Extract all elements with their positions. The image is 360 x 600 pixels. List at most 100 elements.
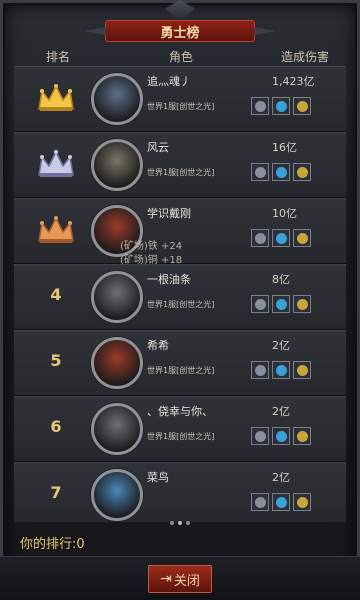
resource-gain-copper: (矿场)铜 +18: [120, 255, 183, 266]
rank-number: 6: [50, 417, 62, 436]
equipment-slots: [251, 295, 311, 313]
equip-slot-3[interactable]: [293, 163, 311, 181]
damage-value: 16亿: [272, 141, 297, 154]
damage-value: 8亿: [272, 273, 290, 286]
equip-slot-2[interactable]: [272, 493, 290, 511]
orb-icon: [297, 497, 308, 508]
player-name: 一根油条: [147, 273, 191, 286]
equip-slot-2[interactable]: [272, 97, 290, 115]
player-name: 、侥幸与你、: [147, 405, 213, 418]
rank-number: 4: [50, 285, 62, 304]
equip-slot-2[interactable]: [272, 295, 290, 313]
player-server: 世界1服[创世之光]: [147, 300, 215, 309]
equipment-slots: [251, 493, 311, 511]
scroll-indicator-icon: [170, 521, 190, 525]
equip-slot-3[interactable]: [293, 97, 311, 115]
equip-slot-1[interactable]: [251, 361, 269, 379]
equip-slot-1[interactable]: [251, 229, 269, 247]
column-header-role: 角色: [169, 50, 194, 64]
player-name: 学识戴刚: [147, 207, 191, 220]
equip-slot-2[interactable]: [272, 361, 290, 379]
leaderboard-row[interactable]: 6 、侥幸与你、 世界1服[创世之光] 2亿: [14, 396, 346, 462]
orb-icon: [297, 101, 308, 112]
orb-icon: [255, 365, 266, 376]
damage-value: 1,423亿: [272, 75, 315, 88]
player-avatar[interactable]: [91, 403, 143, 455]
close-button[interactable]: ⇥ 关闭: [148, 565, 212, 593]
equipment-slots: [251, 163, 311, 181]
equip-slot-1[interactable]: [251, 97, 269, 115]
equipment-slots: [251, 97, 311, 115]
orb-icon: [255, 431, 266, 442]
resource-gain-popup: (矿场)铁 +24 (矿场)铜 +18: [120, 240, 182, 268]
player-name: 风云: [147, 141, 169, 154]
resource-gain-iron: (矿场)铁 +24: [120, 241, 183, 252]
equip-slot-2[interactable]: [272, 163, 290, 181]
player-server: 世界1服[创世之光]: [147, 432, 215, 441]
panel-title: 勇士榜: [105, 20, 255, 42]
player-name: 菜鸟: [147, 471, 169, 484]
damage-value: 2亿: [272, 405, 290, 418]
leaderboard-row[interactable]: 追灬魂丿 世界1服[创世之光] 1,423亿: [14, 66, 346, 132]
leaderboard-row[interactable]: 4 一根油条 世界1服[创世之光] 8亿: [14, 264, 346, 330]
leaderboard-row[interactable]: 风云 世界1服[创世之光] 16亿: [14, 132, 346, 198]
equipment-slots: [251, 361, 311, 379]
player-avatar[interactable]: [91, 337, 143, 389]
orb-icon: [297, 431, 308, 442]
equip-slot-1[interactable]: [251, 493, 269, 511]
equip-slot-3[interactable]: [293, 361, 311, 379]
your-rank-label: 你的排行:0: [20, 537, 85, 552]
player-avatar[interactable]: [91, 271, 143, 323]
equipment-slots: [251, 229, 311, 247]
column-header-rank: 排名: [46, 50, 71, 64]
orb-icon: [255, 233, 266, 244]
player-name: 追灬魂丿: [147, 75, 191, 88]
leaderboard-list[interactable]: 追灬魂丿 世界1服[创世之光] 1,423亿 风云 世界1服[创世之光] 16亿…: [14, 66, 346, 522]
damage-value: 2亿: [272, 339, 290, 352]
player-avatar[interactable]: [91, 73, 143, 125]
equip-slot-2[interactable]: [272, 229, 290, 247]
leaderboard-row[interactable]: 7 菜鸟 2亿: [14, 462, 346, 522]
rank-number: 5: [50, 351, 62, 370]
player-server: 世界1服[创世之光]: [147, 102, 215, 111]
player-avatar[interactable]: [91, 139, 143, 191]
player-name: 希希: [147, 339, 169, 352]
equipment-slots: [251, 427, 311, 445]
leaderboard-row[interactable]: 5 希希 世界1服[创世之光] 2亿: [14, 330, 346, 396]
orb-icon: [297, 233, 308, 244]
rank-number: 7: [50, 483, 62, 502]
player-avatar[interactable]: [91, 469, 143, 521]
column-header-damage: 造成伤害: [281, 50, 330, 64]
orb-icon: [276, 365, 287, 376]
orb-icon: [297, 299, 308, 310]
orb-icon: [276, 167, 287, 178]
player-server: 世界1服[创世之光]: [147, 366, 215, 375]
orb-icon: [255, 299, 266, 310]
damage-value: 10亿: [272, 207, 297, 220]
equip-slot-1[interactable]: [251, 163, 269, 181]
orb-icon: [276, 431, 287, 442]
orb-icon: [297, 365, 308, 376]
orb-icon: [276, 233, 287, 244]
equip-slot-1[interactable]: [251, 295, 269, 313]
equip-slot-3[interactable]: [293, 493, 311, 511]
silver-crown-icon: [38, 150, 74, 177]
orb-icon: [276, 299, 287, 310]
orb-icon: [276, 497, 287, 508]
close-label: 关闭: [173, 573, 200, 589]
orb-icon: [297, 167, 308, 178]
gold-crown-icon: [38, 84, 74, 111]
bronze-crown-icon: [38, 216, 74, 243]
orb-icon: [255, 101, 266, 112]
equip-slot-1[interactable]: [251, 427, 269, 445]
equip-slot-3[interactable]: [293, 295, 311, 313]
orb-icon: [276, 101, 287, 112]
player-server: 世界1服[创世之光]: [147, 168, 215, 177]
orb-icon: [255, 497, 266, 508]
orb-icon: [255, 167, 266, 178]
damage-value: 2亿: [272, 471, 290, 484]
equip-slot-3[interactable]: [293, 229, 311, 247]
equip-slot-3[interactable]: [293, 427, 311, 445]
exit-icon: ⇥: [160, 571, 172, 587]
equip-slot-2[interactable]: [272, 427, 290, 445]
